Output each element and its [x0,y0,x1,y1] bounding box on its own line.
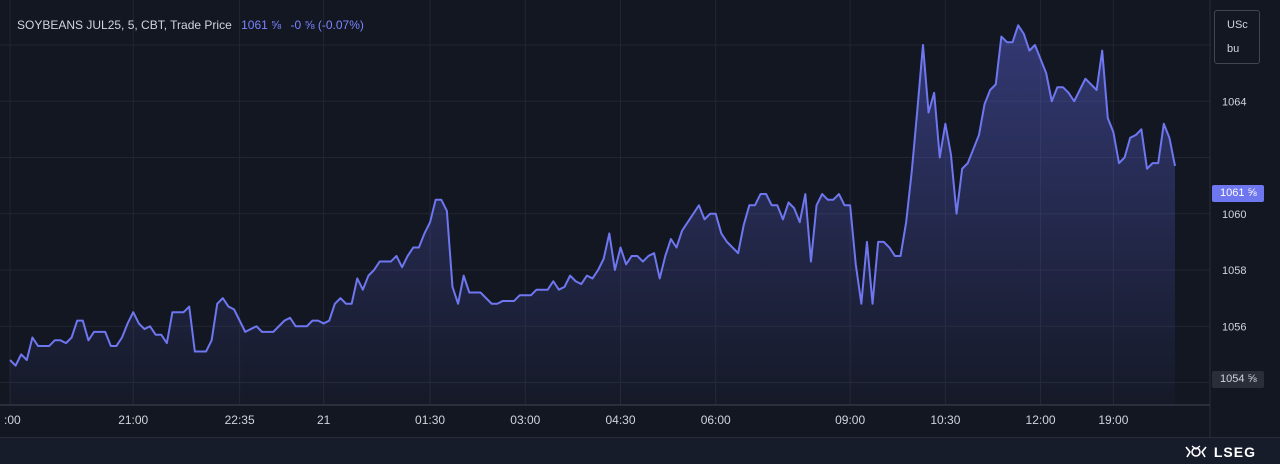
x-tick-label: 01:30 [415,413,445,427]
lseg-logo: LSEG [1184,442,1256,462]
x-tick-label: 09:00 [835,413,865,427]
y-tick-label: 1056 [1222,321,1246,333]
chart-legend[interactable]: SOYBEANS JUL25, 5, CBT, Trade Price 1061… [17,18,364,32]
price-chart[interactable]: 10561058106010641066 :0021:0022:352101:3… [0,0,1280,437]
x-tick-label: 06:00 [701,413,731,427]
current-price-tag: 1061 ⅝ [1212,185,1264,202]
y-tick-label: 1058 [1222,265,1246,277]
instrument-label: SOYBEANS JUL25, 5, CBT, Trade Price [17,18,232,32]
unit-selector[interactable]: USc bu [1214,10,1260,64]
last-price-value: 1061 ⅝ [241,18,282,32]
x-tick-label: 22:35 [225,413,255,427]
area-fill-layer [9,24,1176,406]
y-tick-label: 1060 [1222,209,1246,221]
x-tick-label: :00 [4,413,21,427]
x-tick-label: 21 [317,413,331,427]
x-tick-label: 19:00 [1098,413,1128,427]
time-axis[interactable]: :00 21:00 22:35 21 01:30 03:00 04:30 06:00 09:00… [4,413,1129,427]
price-change-value: -0 ⅝ (-0.07%) [290,18,364,32]
chart-panel: 10561058106010641066 :0021:0022:352101:3… [0,0,1280,438]
y-tick-label: 1064 [1222,96,1246,108]
low-price-tag: 1054 ⅝ [1212,371,1264,388]
x-tick-label: 21:00 [118,413,148,427]
x-tick-label: 12:00 [1026,413,1056,427]
x-tick-label: 10:30 [930,413,960,427]
price-area-fill [10,25,1175,406]
x-tick-label: 04:30 [605,413,635,427]
unit-currency: USc [1227,19,1248,31]
x-tick-label: 03:00 [510,413,540,427]
unit-measure: bu [1227,43,1240,55]
lseg-emblem-icon [1185,445,1207,458]
footer-bar [0,438,1280,464]
lseg-logo-text: LSEG [1213,444,1256,460]
